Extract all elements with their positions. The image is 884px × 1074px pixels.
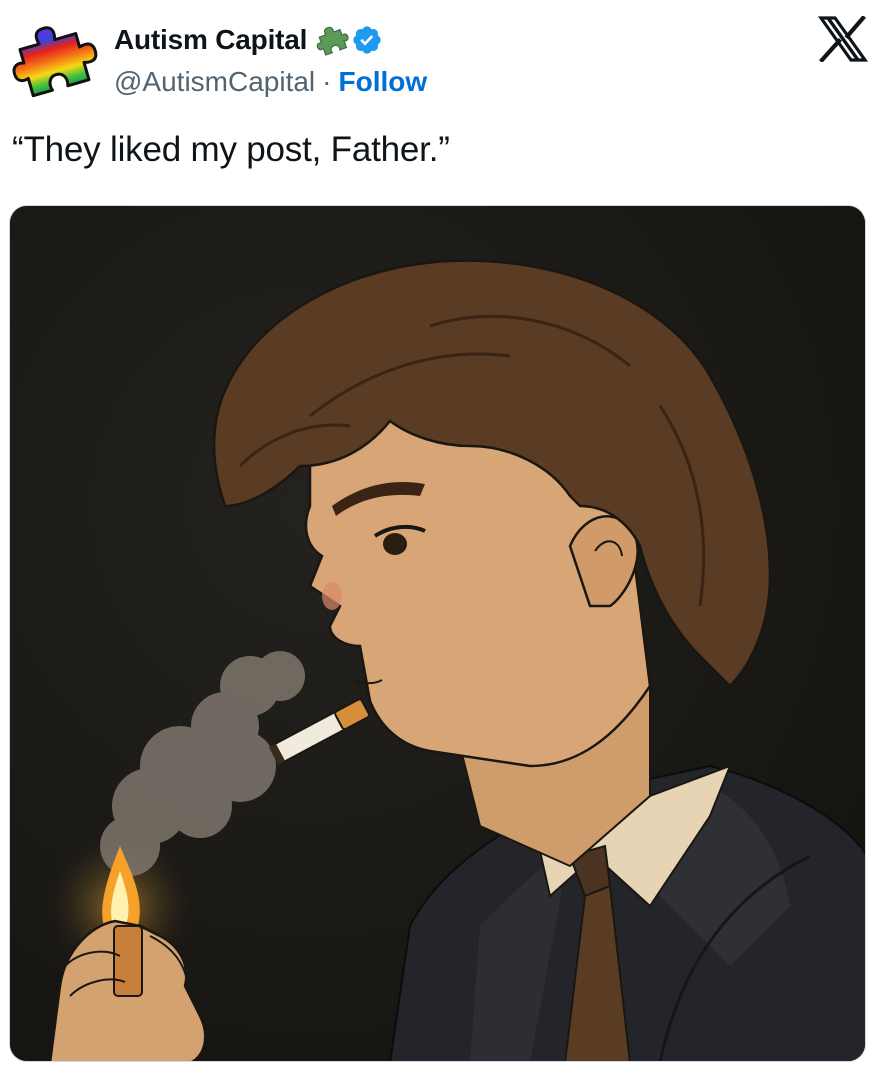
tweet-media-image[interactable] <box>9 205 866 1062</box>
illustration-man-lighting-cigarette <box>10 206 865 1061</box>
author-handle[interactable]: @AutismCapital <box>114 66 315 98</box>
tweet-text: “They liked my post, Father.” <box>12 130 450 169</box>
separator-dot: · <box>322 66 332 97</box>
author-display-name[interactable]: Autism Capital <box>114 24 307 56</box>
rainbow-puzzle-piece-icon <box>12 26 98 98</box>
verified-badge-icon <box>353 26 381 54</box>
x-logo-icon[interactable] <box>818 16 868 62</box>
puzzle-piece-icon <box>316 26 349 56</box>
author-handle-row: @AutismCapital · Follow <box>114 64 427 100</box>
author-name-row: Autism Capital <box>114 22 383 58</box>
follow-button[interactable]: Follow <box>338 66 427 98</box>
avatar[interactable] <box>10 16 102 102</box>
